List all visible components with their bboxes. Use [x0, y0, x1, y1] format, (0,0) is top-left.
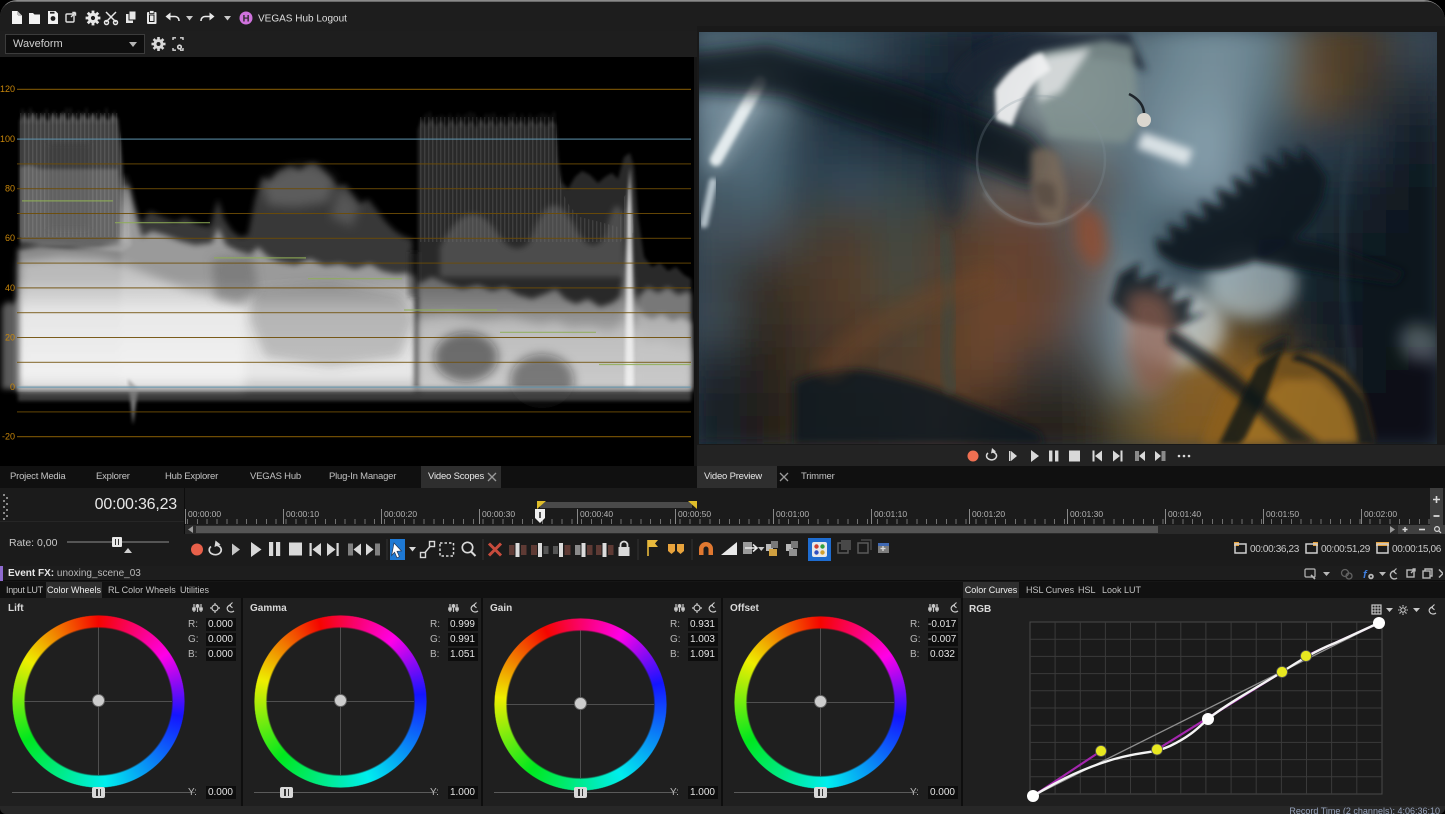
svg-text:40: 40	[5, 283, 15, 293]
svg-text:60: 60	[5, 233, 15, 243]
svg-text:f: f	[1363, 569, 1368, 581]
svg-text:80: 80	[5, 184, 15, 194]
svg-text:100: 100	[0, 134, 15, 144]
svg-text:-20: -20	[2, 432, 15, 442]
svg-text:20: 20	[5, 333, 15, 343]
svg-text:0: 0	[10, 382, 15, 392]
svg-text:120: 120	[0, 84, 15, 94]
svg-text:00:00:51,29: 00:00:51,29	[1321, 544, 1371, 555]
svg-text:00:00:36,23: 00:00:36,23	[1250, 544, 1300, 555]
svg-text:H: H	[243, 14, 250, 25]
svg-text:VEGAS Hub Logout: VEGAS Hub Logout	[258, 14, 347, 25]
svg-text:00:00:15,06: 00:00:15,06	[1392, 544, 1442, 555]
